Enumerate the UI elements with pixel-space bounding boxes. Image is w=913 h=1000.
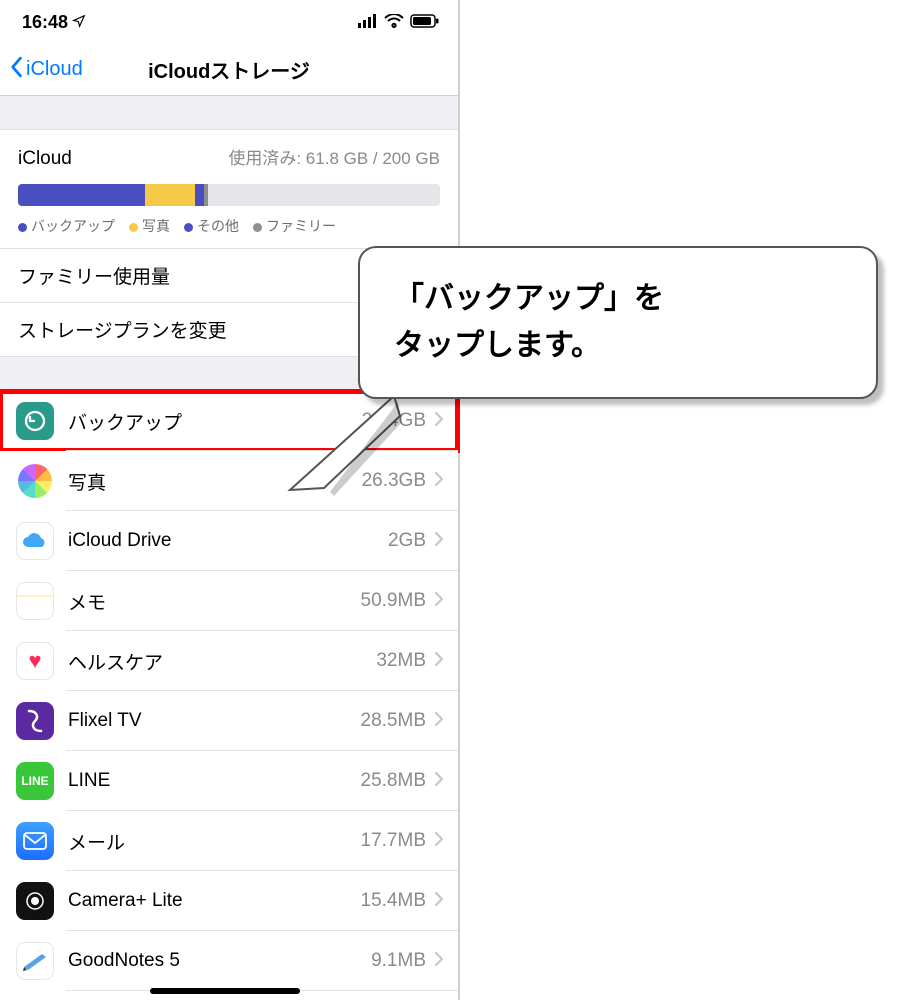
- app-size: 25.8MB: [361, 770, 426, 792]
- app-size: 15.4MB: [361, 890, 426, 912]
- app-label: iCloud Drive: [68, 530, 388, 552]
- chevron-right-icon: [434, 831, 444, 852]
- legend-item: 写真: [129, 216, 170, 236]
- app-row-Flixel TV[interactable]: Flixel TV28.5MB: [0, 691, 458, 751]
- app-row-iCloud Drive[interactable]: iCloud Drive2GB: [0, 511, 458, 571]
- app-size: 32MB: [376, 650, 426, 672]
- wifi-icon: [384, 12, 404, 33]
- legend-item: バックアップ: [18, 216, 115, 236]
- location-arrow-icon: [72, 14, 86, 31]
- app-label: バックアップ: [68, 408, 362, 435]
- storage-bar: [18, 184, 440, 206]
- flixel-icon: [16, 702, 54, 740]
- icloud-drive-icon: [16, 522, 54, 560]
- storage-segment: [195, 184, 203, 206]
- app-row-メモ[interactable]: メモ50.9MB: [0, 571, 458, 631]
- app-row-メール[interactable]: メール17.7MB: [0, 811, 458, 871]
- instruction-callout: 「バックアップ」を タップします。: [358, 246, 878, 399]
- callout-line-2: タップします。: [394, 323, 842, 370]
- status-time: 16:48: [22, 12, 68, 33]
- callout-line-1: 「バックアップ」を: [394, 276, 842, 323]
- cameraplus-icon: [16, 882, 54, 920]
- storage-title: iCloud: [18, 148, 72, 170]
- chevron-right-icon: [434, 951, 444, 972]
- storage-summary: iCloud 使用済み: 61.8 GB / 200 GB バックアップ写真その…: [0, 130, 458, 249]
- nav-header: iCloud iCloudストレージ: [0, 44, 458, 96]
- chevron-right-icon: [434, 591, 444, 612]
- app-size: 26.3GB: [362, 470, 426, 492]
- app-label: メール: [68, 828, 361, 855]
- group-separator: [0, 96, 458, 130]
- battery-icon: [410, 12, 440, 33]
- chevron-right-icon: [434, 891, 444, 912]
- app-row-ヘルスケア[interactable]: ♥ ヘルスケア32MB: [0, 631, 458, 691]
- storage-legend: バックアップ写真その他ファミリー: [18, 216, 440, 236]
- status-time-area: 16:48: [22, 12, 86, 33]
- cellular-icon: [358, 12, 378, 33]
- status-bar: 16:48: [0, 0, 458, 44]
- status-right: [358, 12, 440, 33]
- app-row-バックアップ[interactable]: バックアップ28.4GB: [0, 391, 458, 451]
- phone-screen: 16:48 iCloud iCloudストレージ: [0, 0, 460, 1000]
- back-label: iCloud: [26, 58, 83, 81]
- app-label: 写真: [68, 468, 362, 495]
- app-storage-list: バックアップ28.4GB写真26.3GBiCloud Drive2GBメモ50.…: [0, 391, 458, 991]
- app-label: Flixel TV: [68, 710, 361, 732]
- health-icon: ♥: [16, 642, 54, 680]
- home-indicator: [150, 988, 300, 994]
- app-label: LINE: [68, 770, 361, 792]
- app-size: 9.1MB: [371, 950, 426, 972]
- chevron-right-icon: [434, 711, 444, 732]
- legend-item: その他: [184, 216, 239, 236]
- chevron-right-icon: [434, 411, 444, 432]
- app-size: 17.7MB: [361, 830, 426, 852]
- app-size: 28.5MB: [361, 710, 426, 732]
- app-row-写真[interactable]: 写真26.3GB: [0, 451, 458, 511]
- app-label: GoodNotes 5: [68, 950, 371, 972]
- app-row-Camera+ Lite[interactable]: Camera+ Lite15.4MB: [0, 871, 458, 931]
- chevron-right-icon: [434, 531, 444, 552]
- app-label: Camera+ Lite: [68, 890, 361, 912]
- back-button[interactable]: iCloud: [0, 56, 83, 84]
- mail-icon: [16, 822, 54, 860]
- legend-item: ファミリー: [253, 216, 336, 236]
- app-size: 50.9MB: [361, 590, 426, 612]
- storage-segment: [18, 184, 145, 206]
- app-row-GoodNotes 5[interactable]: GoodNotes 59.1MB: [0, 931, 458, 991]
- chevron-left-icon: [8, 56, 24, 84]
- photos-icon: [18, 464, 52, 498]
- app-label: ヘルスケア: [68, 648, 376, 675]
- line-icon: LINE: [16, 762, 54, 800]
- chevron-right-icon: [434, 471, 444, 492]
- app-size: 2GB: [388, 530, 426, 552]
- storage-segment: [204, 184, 208, 206]
- chevron-right-icon: [434, 651, 444, 672]
- app-size: 28.4GB: [362, 410, 426, 432]
- backup-icon: [16, 402, 54, 440]
- app-label: メモ: [68, 588, 361, 615]
- notes-icon: [16, 582, 54, 620]
- goodnotes-icon: [16, 942, 54, 980]
- storage-used-label: 使用済み: 61.8 GB / 200 GB: [228, 144, 440, 169]
- chevron-right-icon: [434, 771, 444, 792]
- app-row-LINE[interactable]: LINELINE25.8MB: [0, 751, 458, 811]
- storage-segment: [145, 184, 196, 206]
